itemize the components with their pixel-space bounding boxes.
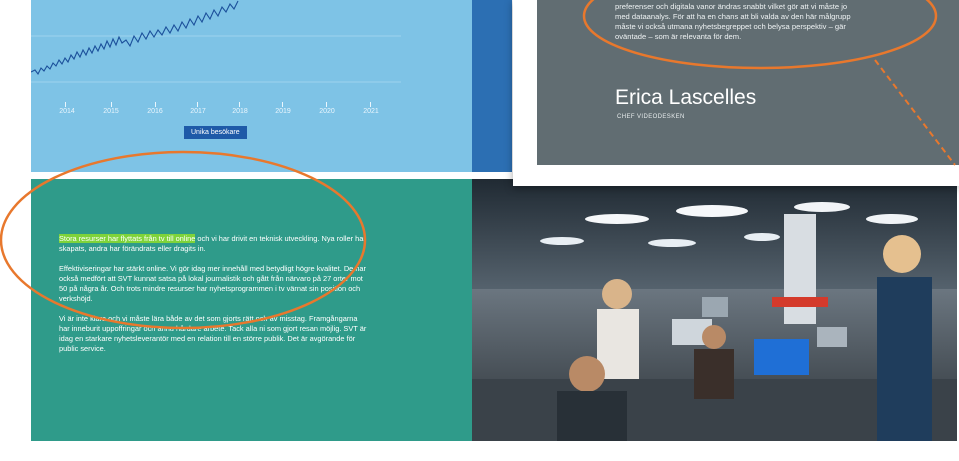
tick-mark xyxy=(155,102,156,107)
article-text: Stora resurser har flyttats från tv till… xyxy=(59,234,367,364)
tick-mark xyxy=(65,102,66,107)
quote-line: måste vi också utmana nyhetsbegreppet oc… xyxy=(615,22,846,31)
year-label: 2018 xyxy=(232,108,248,115)
tick-mark xyxy=(282,102,283,107)
year-label: 2020 xyxy=(319,108,335,115)
quote-line: oväntade – som är relevanta för dem. xyxy=(615,32,742,41)
year-label: 2016 xyxy=(147,108,163,115)
visitors-series-line xyxy=(31,0,239,76)
visitors-chart-panel: 2014 2015 2016 2017 2018 2019 2020 2021 … xyxy=(31,0,472,172)
quote-author-name: Erica Lascelles xyxy=(615,86,757,109)
highlighted-text: Stora resurser har flyttats från tv till… xyxy=(59,234,196,243)
tick-mark xyxy=(111,102,112,107)
quote-line: med dataanalys. För att ha en chans att … xyxy=(615,12,851,21)
newsroom-illustration xyxy=(472,179,957,441)
quote-card-body: preferenser och digitala vanor ändras sn… xyxy=(537,0,959,165)
quote-author-role: CHEF VIDEODESKEN xyxy=(617,114,685,120)
document-page: 2014 2015 2016 2017 2018 2019 2020 2021 … xyxy=(0,0,959,461)
legend-badge: Unika besökare xyxy=(184,126,247,139)
year-label: 2015 xyxy=(103,108,119,115)
quote-text: preferenser och digitala vanor ändras sn… xyxy=(615,2,959,42)
year-label: 2021 xyxy=(363,108,379,115)
blue-side-panel xyxy=(472,0,512,172)
year-label: 2019 xyxy=(275,108,291,115)
tick-mark xyxy=(239,102,240,107)
newsroom-photo xyxy=(472,179,957,441)
article-paragraph-3: Vi är inte klara och vi måste lära både … xyxy=(59,314,367,353)
year-axis: 2014 2015 2016 2017 2018 2019 2020 2021 xyxy=(31,102,472,124)
quote-card: preferenser och digitala vanor ändras sn… xyxy=(513,0,959,186)
article-panel: Stora resurser har flyttats från tv till… xyxy=(31,179,472,441)
year-label: 2017 xyxy=(190,108,206,115)
tick-mark xyxy=(326,102,327,107)
article-paragraph-2: Effektiviseringar har stärkt online. Vi … xyxy=(59,264,367,303)
tick-mark xyxy=(197,102,198,107)
article-paragraph-1: Stora resurser har flyttats från tv till… xyxy=(59,234,367,254)
quote-line: preferenser och digitala vanor ändras sn… xyxy=(615,2,848,11)
tick-mark xyxy=(370,102,371,107)
year-label: 2014 xyxy=(59,108,75,115)
visitors-line-chart xyxy=(31,0,401,83)
